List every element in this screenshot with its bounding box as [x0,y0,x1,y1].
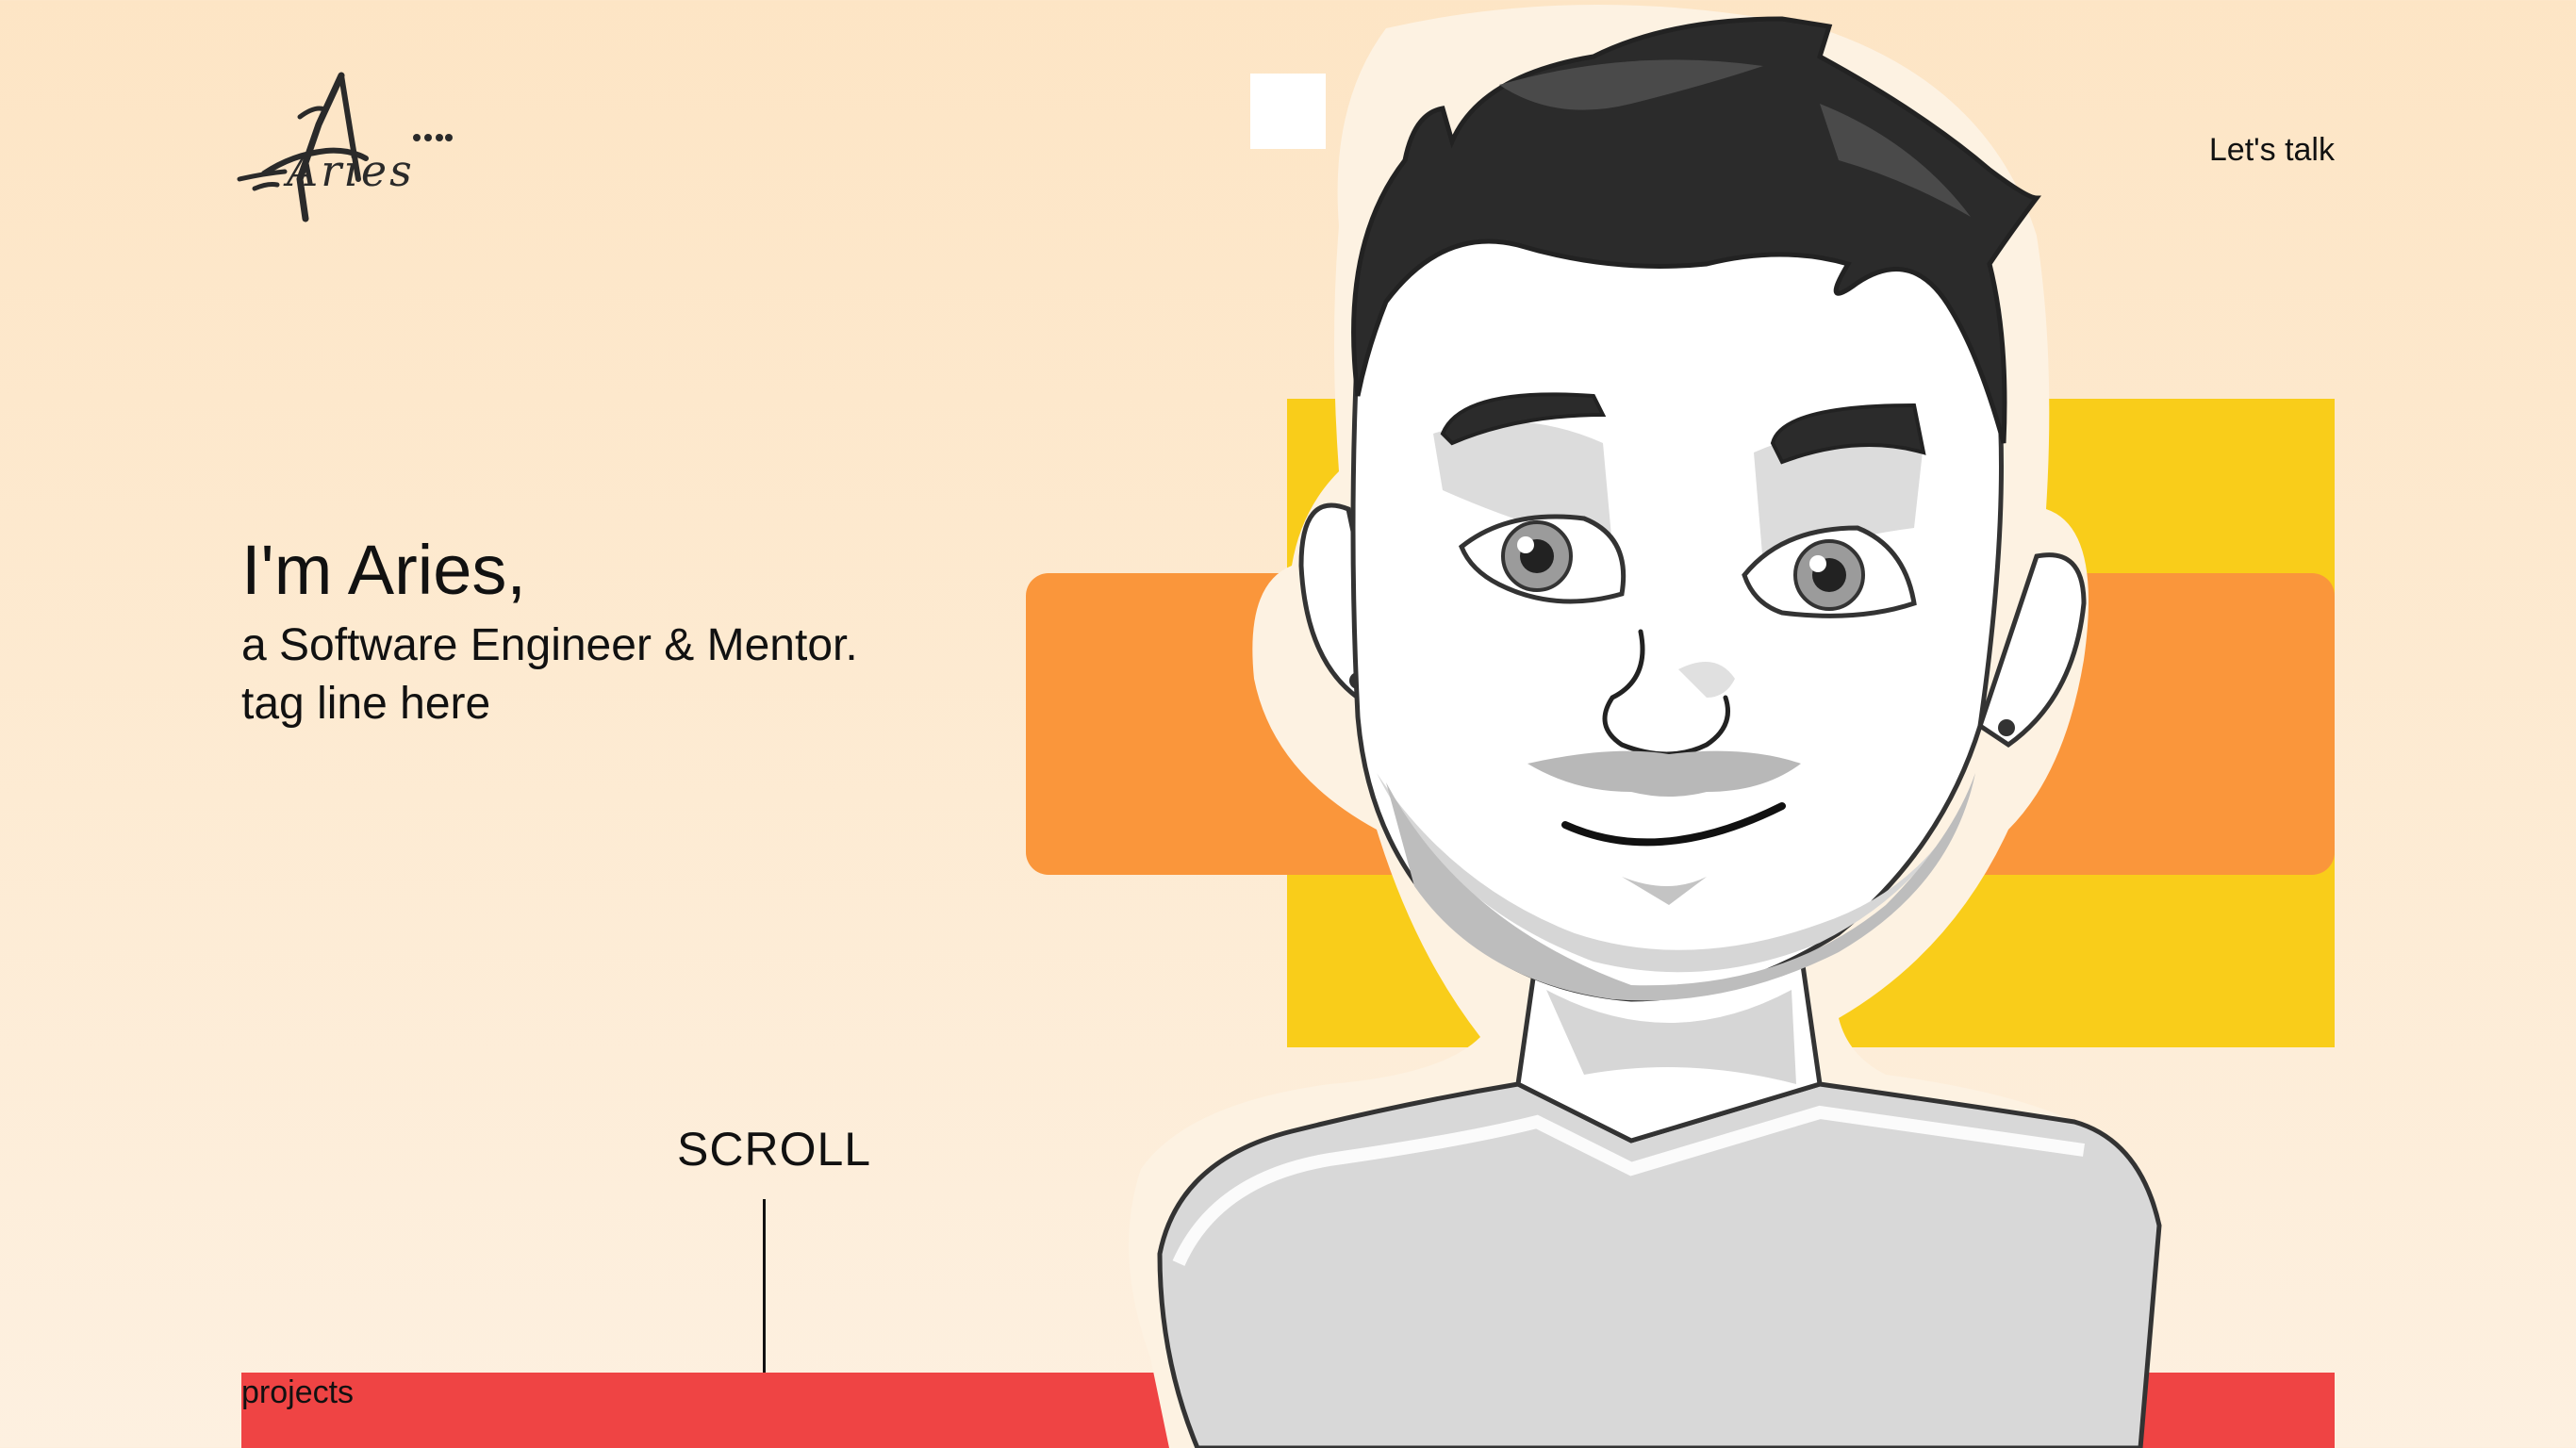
aries-logo[interactable]: Aries [236,68,453,233]
hero-title: I'm Aries, [241,531,526,609]
cartoon-avatar-icon [1129,5,2162,1448]
hero-subtitle: a Software Engineer & Mentor. [241,620,858,670]
hero-tagline: tag line here [241,679,491,729]
hero-intro: I'm Aries, a Software Engineer & Mentor.… [241,528,858,733]
logo-wordmark: Aries [287,145,415,196]
scroll-indicator-label[interactable]: SCROLL [677,1122,871,1176]
avatar-illustration [1103,0,2282,1448]
projects-link[interactable]: projects [241,1374,354,1411]
